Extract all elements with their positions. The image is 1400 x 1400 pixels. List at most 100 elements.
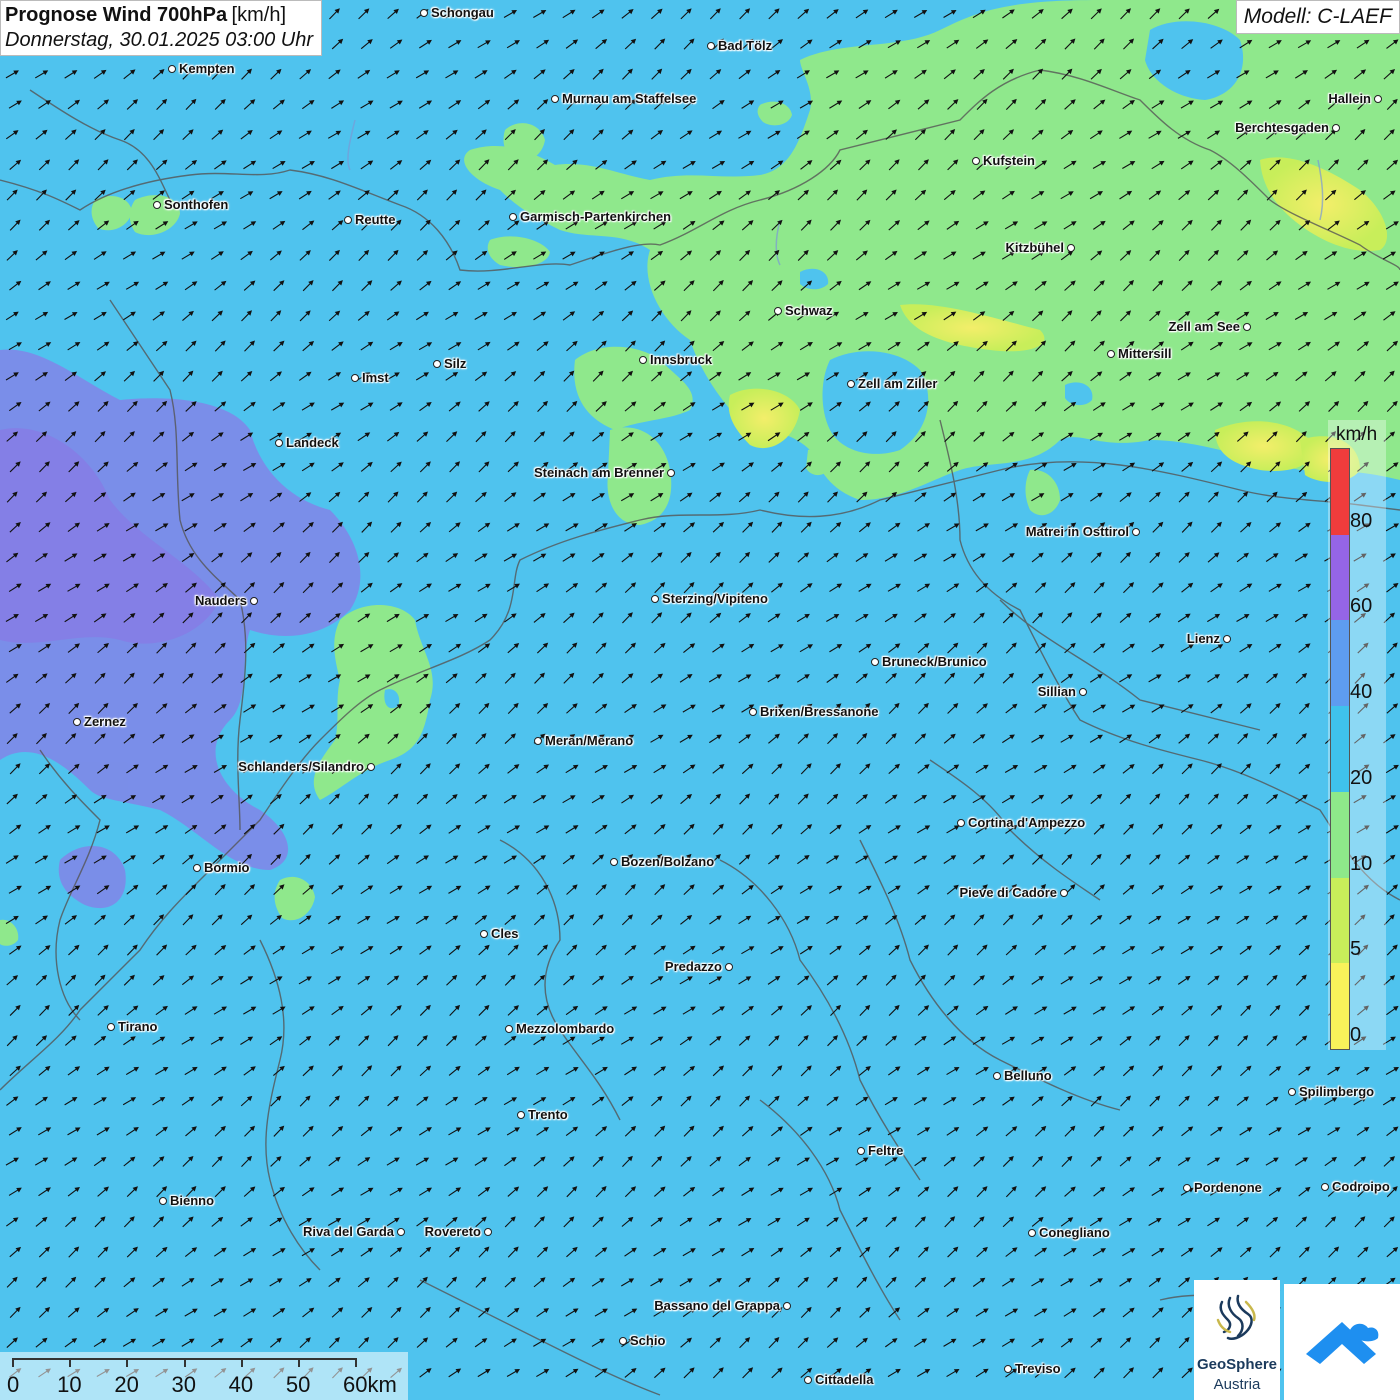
- legend-value: 10: [1350, 852, 1373, 875]
- city-dot-icon: [1067, 244, 1075, 252]
- city-dot-icon: [551, 95, 559, 103]
- city-dot-icon: [480, 930, 488, 938]
- city-dot-icon: [1107, 350, 1115, 358]
- city-label: Matrei in Osttirol: [1025, 524, 1129, 539]
- scale-label: 50: [285, 1372, 311, 1397]
- city-dot-icon: [1223, 635, 1231, 643]
- forecast-datetime: Donnerstag, 30.01.2025 03:00 Uhr: [5, 29, 313, 51]
- city-dot-icon: [972, 157, 980, 165]
- legend-value: 40: [1350, 681, 1373, 704]
- city-label: Cortina d'Ampezzo: [968, 815, 1086, 830]
- legend-value: 0: [1350, 1024, 1362, 1046]
- legend-color-segment: [1331, 963, 1349, 1049]
- city-label: Codroipo: [1332, 1179, 1390, 1194]
- city-dot-icon: [250, 597, 258, 605]
- city-dot-icon: [1332, 124, 1340, 132]
- city-label: Mezzolombardo: [516, 1021, 615, 1036]
- city-dot-icon: [651, 595, 659, 603]
- city-label: Belluno: [1004, 1068, 1052, 1083]
- city-dot-icon: [707, 42, 715, 50]
- city-dot-icon: [433, 360, 441, 368]
- city-dot-icon: [159, 1197, 167, 1205]
- forecast-map[interactable]: Schongau Bad Tölz Kempten Murnau am Staffel…: [0, 0, 1400, 1400]
- city-label: Schio: [630, 1333, 666, 1348]
- city-label: Bruneck/Brunico: [882, 654, 987, 669]
- city-label: Schongau: [431, 5, 494, 20]
- city-dot-icon: [847, 380, 855, 388]
- city-dot-icon: [804, 1376, 812, 1384]
- city-label: Sonthofen: [164, 197, 229, 212]
- city-label: Cles: [491, 926, 519, 941]
- city-dot-icon: [1288, 1088, 1296, 1096]
- city-label: Bienno: [170, 1193, 215, 1208]
- scale-bar: 0 10 20 30 40 50 60km: [0, 1352, 408, 1400]
- city-label: Pordenone: [1194, 1180, 1262, 1195]
- city-dot-icon: [168, 65, 176, 73]
- geosphere-logo[interactable]: GeoSphere Austria: [1194, 1280, 1280, 1400]
- city-label: Zell am Ziller: [858, 376, 938, 391]
- scale-tick: [183, 1358, 186, 1367]
- weather-app-logo[interactable]: [1284, 1284, 1400, 1400]
- city-dot-icon: [153, 201, 161, 209]
- city-label: Innsbruck: [650, 352, 713, 367]
- city-label: Conegliano: [1039, 1225, 1110, 1240]
- geosphere-name: GeoSphere: [1196, 1356, 1278, 1373]
- geosphere-swirl-icon: [1216, 1294, 1256, 1340]
- city-dot-icon: [610, 858, 618, 866]
- city-dot-icon: [1079, 688, 1087, 696]
- city-dot-icon: [749, 708, 757, 716]
- city-dot-icon: [871, 658, 879, 666]
- scale-tick: [355, 1358, 357, 1367]
- map-title: Prognose Wind 700hPa: [5, 4, 228, 26]
- city-dot-icon: [1132, 528, 1140, 536]
- city-dot-icon: [107, 1023, 115, 1031]
- legend-color-segment: [1331, 620, 1349, 707]
- legend-color-bar: [1330, 448, 1350, 1050]
- city-dot-icon: [1004, 1365, 1012, 1373]
- city-label: Bozen/Bolzano: [621, 854, 715, 869]
- city-label: Zell am See: [1168, 319, 1240, 334]
- city-label: Spilimbergo: [1299, 1084, 1375, 1099]
- city-dot-icon: [344, 216, 352, 224]
- city-dot-icon: [857, 1147, 865, 1155]
- city-dot-icon: [783, 1302, 791, 1310]
- scale-label: 0: [7, 1372, 20, 1397]
- legend-value: 80: [1350, 509, 1373, 532]
- city-label: Kufstein: [983, 153, 1035, 168]
- city-label: Bad Tölz: [718, 38, 773, 53]
- legend-color-segment: [1331, 449, 1349, 535]
- scale-label: 60km: [343, 1372, 397, 1397]
- city-label: Pieve di Cadore: [959, 885, 1057, 900]
- city-dot-icon: [484, 1228, 492, 1236]
- city-label: Predazzo: [664, 959, 722, 974]
- legend-unit: km/h: [1336, 424, 1378, 445]
- city-dot-icon: [509, 213, 517, 221]
- legend-value: 60: [1350, 595, 1373, 618]
- city-label: Bassano del Grappa: [654, 1298, 780, 1313]
- city-label: Tirano: [118, 1019, 158, 1034]
- city-dot-icon: [420, 9, 428, 17]
- city-label: Trento: [528, 1107, 568, 1122]
- map-unit: [km/h]: [231, 4, 286, 26]
- city-label: Cittadella: [815, 1372, 874, 1387]
- city-dot-icon: [1060, 889, 1068, 897]
- city-dot-icon: [397, 1228, 405, 1236]
- city-label: Kempten: [179, 61, 235, 76]
- city-label: Kitzbühel: [1005, 240, 1065, 255]
- city-dot-icon: [619, 1337, 627, 1345]
- city-label: Schlanders/Silandro: [238, 759, 364, 774]
- city-dot-icon: [667, 469, 675, 477]
- legend-color-segment: [1331, 534, 1349, 621]
- city-dot-icon: [367, 763, 375, 771]
- city-label: Treviso: [1015, 1361, 1061, 1376]
- legend-color-segment: [1331, 706, 1349, 792]
- city-label: Mittersill: [1118, 346, 1172, 361]
- city-label: Sterzing/Vipiteno: [662, 591, 768, 606]
- legend-color-segment: [1331, 791, 1349, 878]
- city-dot-icon: [639, 356, 647, 364]
- legend-value: 5: [1350, 938, 1362, 961]
- legend-color-segment: [1331, 877, 1349, 964]
- city-label: Sillian: [1037, 684, 1076, 699]
- scale-tick: [69, 1358, 72, 1367]
- legend-value: 20: [1350, 766, 1373, 789]
